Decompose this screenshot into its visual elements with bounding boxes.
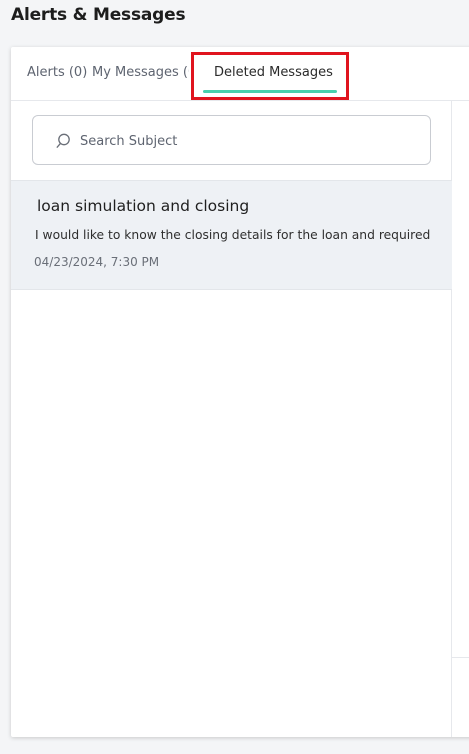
- tab-alerts[interactable]: Alerts (0): [27, 47, 87, 101]
- message-timestamp: 04/23/2024, 7:30 PM: [34, 255, 160, 269]
- tab-bar: Alerts (0) My Messages (0) Deleted Messa…: [11, 47, 469, 101]
- message-list-item[interactable]: loan simulation and closing I would like…: [11, 180, 452, 290]
- detail-panel-divider: [452, 657, 469, 658]
- search-input[interactable]: [78, 128, 408, 154]
- message-list-panel: loan simulation and closing I would like…: [11, 101, 452, 737]
- search-icon: [56, 133, 70, 148]
- search-box[interactable]: [32, 115, 431, 165]
- message-subject: loan simulation and closing: [37, 197, 250, 215]
- tab-my-messages[interactable]: My Messages (0): [92, 47, 189, 101]
- page-title: Alerts & Messages: [11, 5, 186, 25]
- active-tab-indicator: [203, 90, 337, 93]
- messages-card: Alerts (0) My Messages (0) Deleted Messa…: [11, 47, 469, 737]
- message-preview: I would like to know the closing details…: [35, 228, 431, 242]
